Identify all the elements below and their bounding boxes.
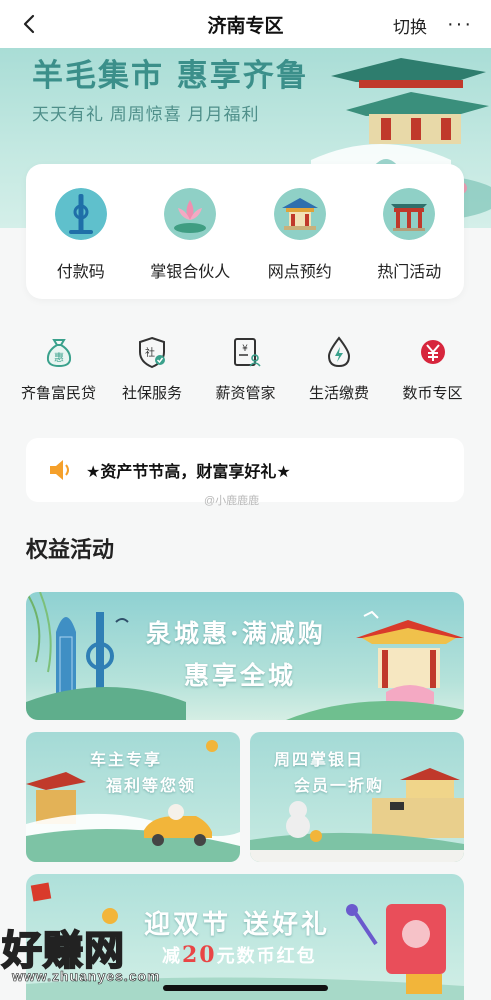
weibo-watermark: @小鹿鹿鹿 (204, 495, 260, 507)
hero-title: 羊毛集市 惠享齐鲁 (32, 58, 309, 94)
more-menu-button[interactable]: ··· (447, 14, 473, 34)
speaker-icon (50, 460, 69, 480)
quick-item-hot-activity[interactable]: 热门活动 (359, 188, 459, 299)
service-item-label: 生活缴费 (308, 385, 369, 402)
banner-bottom-suffix: 元数币红包 (216, 946, 317, 967)
service-item-label: 薪资管家 (215, 385, 276, 402)
banner-right-line2: 会员一折购 (294, 776, 385, 795)
back-arrow-icon[interactable] (18, 12, 42, 36)
fountain-tower-icon (54, 188, 107, 240)
quick-item-payment-code[interactable]: 付款码 (31, 188, 131, 299)
service-item-label: 社保服务 (121, 385, 182, 402)
home-indicator[interactable] (163, 985, 328, 991)
svg-text:社: 社 (145, 346, 155, 359)
banner-right-line1: 周四掌银日 (274, 750, 365, 769)
lotus-icon (164, 188, 217, 240)
service-item-label: 数币专区 (402, 385, 463, 402)
service-item-utilities[interactable]: 生活缴费 (293, 334, 386, 403)
banner-left-line1: 车主专享 (90, 750, 163, 769)
banner-thursday-day[interactable]: 周四掌银日 会员一折购 (250, 732, 464, 862)
quick-item-label: 网点预约 (267, 264, 332, 281)
quick-item-label: 付款码 (56, 264, 105, 281)
hero-subtitle: 天天有礼 周周惊喜 月月福利 (32, 105, 260, 124)
water-drop-bolt-icon (327, 336, 351, 368)
service-item-label: 齐鲁富民贷 (20, 385, 96, 402)
pavilion-icon (273, 188, 326, 240)
gate-icon (383, 188, 436, 240)
service-item-salary[interactable]: ¥ 薪资管家 (199, 334, 292, 403)
svg-text:惠: 惠 (54, 351, 64, 364)
banner-main-line1: 泉城惠·满减购 (146, 619, 326, 648)
quick-item-label: 掌银合伙人 (150, 264, 231, 281)
service-grid: 惠 齐鲁富民贷 社 社保服务 ¥ 薪资管家 生活缴费 数币专区 (12, 334, 479, 403)
service-item-loan[interactable]: 惠 齐鲁富民贷 (12, 334, 105, 403)
svg-text:¥: ¥ (242, 344, 248, 354)
quick-item-branch-booking[interactable]: 网点预约 (250, 188, 350, 299)
banner-quancheng-promo[interactable]: 泉城惠·满减购 惠享全城 (26, 592, 464, 720)
site-watermark-url: www.zhuanyes.com (12, 968, 161, 985)
digital-yuan-icon (420, 340, 445, 364)
page-title: 济南专区 (207, 15, 284, 37)
service-item-social-security[interactable]: 社 社保服务 (106, 334, 199, 403)
salary-doc-icon: ¥ (233, 338, 261, 367)
quick-item-label: 热门活动 (377, 264, 442, 281)
announcement-text: ★资产节节高，财富享好礼★ (86, 464, 291, 481)
quick-actions-card: 付款码 掌银合伙人 网点预约 热门活动 (26, 164, 464, 299)
switch-city-button[interactable]: 切换 (393, 13, 427, 38)
top-navbar: 济南专区 切换 ··· (0, 0, 491, 48)
banner-car-owner[interactable]: 车主专享 福利等您领 (26, 732, 240, 862)
banner-main-line2: 惠享全城 (184, 661, 297, 690)
money-bag-icon: 惠 (46, 339, 71, 368)
banner-left-line2: 福利等您领 (106, 776, 197, 795)
service-item-digital-currency[interactable]: 数币专区 (386, 334, 479, 403)
section-title-benefits: 权益活动 (26, 537, 115, 562)
quick-item-partner[interactable]: 掌银合伙人 (140, 188, 240, 299)
shield-check-icon: 社 (139, 336, 165, 369)
